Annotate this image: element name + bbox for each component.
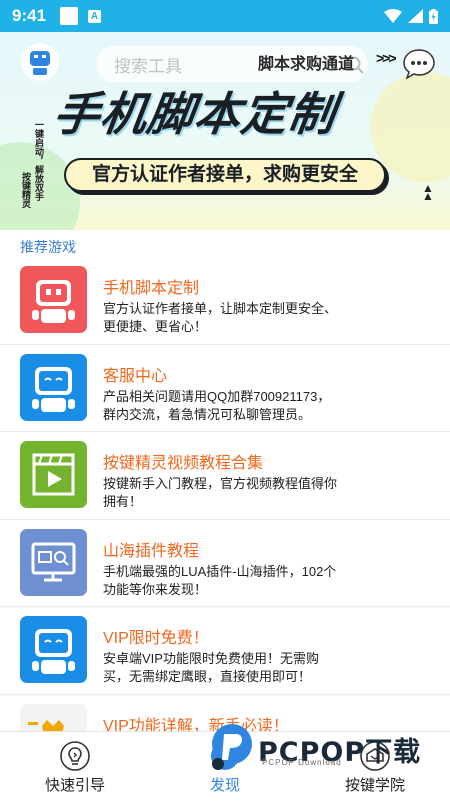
bottom-nav: 快速引导 发现 按键学院	[0, 731, 450, 801]
banner-slogan-text: 一键启动，解放双手	[34, 120, 44, 201]
list-item-title: 按键精灵视频教程合集	[103, 455, 264, 472]
arrows-icon: >>>	[376, 50, 396, 66]
notification-square-icon	[60, 7, 79, 25]
list-item-title: 手机脚本定制	[103, 280, 200, 297]
status-time: 9:41	[12, 6, 47, 25]
robot-logo-icon	[21, 43, 59, 81]
status-icons	[384, 8, 438, 24]
robot-icon	[20, 266, 87, 333]
list-item-title: VIP限时免费！	[103, 630, 209, 647]
section-title: 推荐游戏	[20, 239, 76, 255]
banner-title: 手机脚本定制	[49, 87, 340, 141]
banner-subtitle: 脚本求购通道	[258, 56, 355, 73]
list-item-desc: 安卓端VIP功能限时免费使用！无需购买，无需绑定鹰眼，直接使用即可！	[103, 651, 319, 684]
nav-discover[interactable]: 发现	[150, 732, 300, 801]
signal-icon	[408, 9, 423, 23]
chat-icon[interactable]	[402, 48, 436, 80]
plugin-monitor-icon	[20, 528, 87, 596]
banner-pill: 官方认证作者接单，求购更安全	[64, 158, 386, 192]
list-item[interactable]: 客服中心 产品相关问题请用QQ加群700921173，群内交流，着急情况可私聊管…	[0, 345, 450, 432]
list-item-title: 山海插件教程	[103, 542, 200, 560]
list-item-desc: 产品相关问题请用QQ加群700921173，群内交流，着急情况可私聊管理员。	[103, 388, 331, 422]
nav-quick-guide[interactable]: 快速引导	[0, 732, 150, 801]
list-item[interactable]: 按键精灵视频教程合集 按键新手入门教程，官方视频教程值得你拥有！	[0, 432, 450, 520]
battery-icon	[429, 8, 438, 24]
notification-a-icon: A	[88, 9, 102, 23]
video-icon	[20, 441, 87, 508]
banner-brand-text: 按键精灵	[21, 172, 31, 208]
search-placeholder: 搜索工具	[114, 56, 182, 76]
wifi-icon	[384, 9, 402, 23]
list-item-title: 客服中心	[103, 367, 168, 385]
nav-label: 按键学院	[344, 777, 405, 794]
promo-banner[interactable]: 按键精灵 一键启动，解放双手 搜索工具 脚本求购通道 >>> 手机脚本定制 官方…	[0, 32, 450, 230]
nav-label: 发现	[209, 777, 240, 794]
discover-icon	[211, 742, 239, 770]
list-item[interactable]: 山海插件教程 手机端最强的LUA插件-山海插件，102个功能等你来发现！	[0, 520, 450, 607]
list-item[interactable]: 手机脚本定制 官方认证作者接单，让脚本定制更安全、更便捷、更省心！	[0, 257, 450, 345]
banner-arrow-deco-icon: ▲ ▲	[422, 181, 434, 203]
status-bar: 9:41 A	[0, 0, 450, 32]
list-item-desc: 手机端最强的LUA插件-山海插件，102个功能等你来发现！	[103, 563, 337, 597]
game-list: 手机脚本定制 官方认证作者接单，让脚本定制更安全、更便捷、更省心！ 客服中心 产…	[0, 257, 450, 782]
academy-icon	[360, 741, 390, 771]
robot-icon	[20, 353, 87, 421]
robot-icon	[20, 616, 87, 683]
nav-academy[interactable]: 按键学院	[300, 732, 450, 801]
list-item-desc: 官方认证作者接单，让脚本定制更安全、更便捷、更省心！	[103, 301, 338, 334]
lightbulb-icon	[60, 741, 90, 771]
list-item-desc: 按键新手入门教程，官方视频教程值得你拥有！	[103, 476, 338, 509]
nav-label: 快速引导	[44, 777, 105, 794]
list-item[interactable]: VIP限时免费！ 安卓端VIP功能限时免费使用！无需购买，无需绑定鹰眼，直接使用…	[0, 607, 450, 695]
